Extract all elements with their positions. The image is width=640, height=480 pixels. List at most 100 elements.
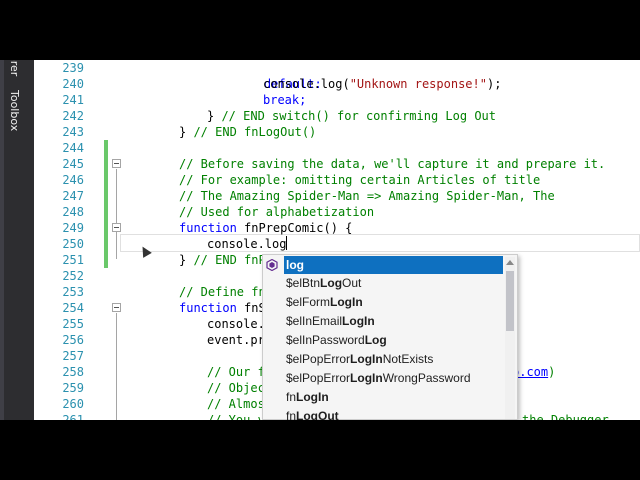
visual-studio-editor: orer Toolbox 239 240 241 242 243 244 245… [0, 60, 640, 420]
completion-item[interactable]: $elBtnLogOut [263, 274, 503, 293]
line-number: 256 [62, 333, 84, 347]
left-dock-strip: orer Toolbox [0, 60, 34, 420]
keyword: function [179, 221, 237, 235]
completion-item[interactable]: $elInPasswordLog [263, 331, 503, 350]
completion-prefix: $elPopError [286, 352, 351, 366]
line-number: 251 [62, 253, 84, 267]
line-number: 245 [62, 157, 84, 171]
code-line-253[interactable]: // Define fn [179, 284, 266, 300]
line-number: 254 [62, 301, 84, 315]
completion-match: LogIn [350, 352, 383, 366]
line-number: 244 [62, 141, 84, 155]
code-line-240[interactable]: console.log("Unknown response!"); [263, 76, 501, 92]
code-text: fnPrepComic() { [236, 221, 353, 235]
line-number: 247 [62, 189, 84, 203]
line-number: 250 [62, 237, 84, 251]
line-number: 258 [62, 365, 84, 379]
change-indicator-bar [104, 140, 108, 268]
code-line-254[interactable]: function fnS [179, 300, 266, 316]
code-line-259[interactable]: // Objec [207, 380, 265, 396]
completion-match: Log [320, 276, 343, 290]
code-line-261-tail[interactable]: the Debugger [522, 412, 609, 420]
text-caret [286, 236, 287, 250]
line-number: 242 [62, 109, 84, 123]
line-number: 253 [62, 285, 84, 299]
completion-suffix: Out [342, 276, 362, 290]
line-number: 261 [62, 413, 84, 420]
code-line-258-tail[interactable]: p.com) [512, 364, 555, 380]
dock-tab-explorer[interactable]: orer [8, 60, 21, 76]
completion-match: Log [364, 333, 387, 347]
comment: // END switch() for confirming Log Out [221, 109, 496, 123]
completion-item[interactable]: $elPopErrorLogInWrongPassword [263, 369, 503, 388]
line-number: 240 [62, 77, 84, 91]
completion-suffix: NotExists [382, 352, 434, 366]
fold-guide-line [116, 313, 117, 420]
code-line-239[interactable]: default: [235, 60, 322, 91]
completion-match: LogIn [342, 314, 375, 328]
code-line-258[interactable]: // Our f [207, 364, 265, 380]
code-line-251[interactable]: } // END fnP [179, 252, 266, 268]
line-number: 239 [62, 61, 84, 75]
collapse-toggle-icon[interactable] [112, 223, 121, 232]
code-line-248[interactable]: // Used for alphabetization [179, 204, 374, 220]
code-line-250[interactable]: console.log [207, 236, 286, 252]
completion-item[interactable]: $elFormLogIn [263, 293, 503, 312]
completion-prefix: $elPopError [286, 371, 351, 385]
collapse-toggle-icon[interactable] [112, 303, 121, 312]
line-number: 257 [62, 349, 84, 363]
code-line-256[interactable]: event.pr [207, 332, 265, 348]
line-number: 259 [62, 381, 84, 395]
completion-item[interactable]: log [266, 256, 503, 274]
code-line-245[interactable]: // Before saving the data, we'll capture… [179, 156, 605, 172]
line-number: 260 [62, 397, 84, 411]
keyword: function [179, 301, 237, 315]
dock-tab-toolbox[interactable]: Toolbox [8, 90, 21, 131]
code-line-242[interactable]: } // END switch() for confirming Log Out [207, 108, 496, 124]
collapse-toggle-icon[interactable] [112, 159, 121, 168]
line-number: 252 [62, 269, 84, 283]
popup-scrollbar[interactable] [505, 257, 515, 419]
current-line-highlight [120, 234, 640, 252]
code-text: } [179, 125, 194, 139]
code-text: ); [486, 77, 502, 91]
completion-match: LogIn [296, 390, 329, 404]
code-line-260[interactable]: // Almos [207, 396, 265, 412]
completion-match: LogOut [296, 409, 339, 420]
scrollbar-thumb[interactable] [506, 271, 514, 331]
string-literal: "Unknown response!" [349, 77, 487, 91]
scroll-up-arrow-icon[interactable] [506, 260, 514, 265]
completion-item[interactable]: $elPopErrorLogInNotExists [263, 350, 503, 369]
completion-prefix: $elBtn [286, 276, 321, 290]
keyword: break; [263, 93, 307, 107]
completion-list[interactable]: log $elBtnLogOut $elFormLogIn $elInEmail… [263, 255, 503, 420]
code-text: console.log( [263, 77, 350, 91]
line-number: 243 [62, 125, 84, 139]
completion-item[interactable]: fnLogIn [263, 388, 503, 407]
code-line-241[interactable]: break; [263, 92, 306, 108]
code-line-243[interactable]: } // END fnLogOut() [179, 124, 316, 140]
completion-match: LogIn [330, 295, 363, 309]
code-line-261[interactable]: // You v [207, 412, 265, 420]
completion-prefix: $elInEmail [286, 314, 343, 328]
code-line-255[interactable]: console. [207, 316, 265, 332]
code-line-249[interactable]: function fnPrepComic() { [179, 220, 352, 236]
completion-suffix: WrongPassword [382, 371, 471, 385]
line-number: 248 [62, 205, 84, 219]
line-number: 255 [62, 317, 84, 331]
completion-item[interactable]: fnLogOut [263, 407, 503, 420]
completion-prefix: $elInPassword [286, 333, 365, 347]
completion-item[interactable]: $elInEmailLogIn [263, 312, 503, 331]
completion-prefix: $elForm [286, 295, 331, 309]
completion-match: log [286, 258, 304, 272]
completion-prefix: fn [286, 390, 297, 404]
intellisense-popup[interactable]: log $elBtnLogOut $elFormLogIn $elInEmail… [262, 254, 518, 420]
line-number: 249 [62, 221, 84, 235]
dock-separator [0, 60, 4, 420]
code-line-246[interactable]: // For example: omitting certain Article… [179, 172, 540, 188]
comment: ) [548, 365, 556, 379]
code-text: } [179, 253, 194, 267]
completion-match: LogIn [350, 371, 383, 385]
code-text: } [207, 109, 222, 123]
code-line-247[interactable]: // The Amazing Spider-Man => Amazing Spi… [179, 188, 555, 204]
